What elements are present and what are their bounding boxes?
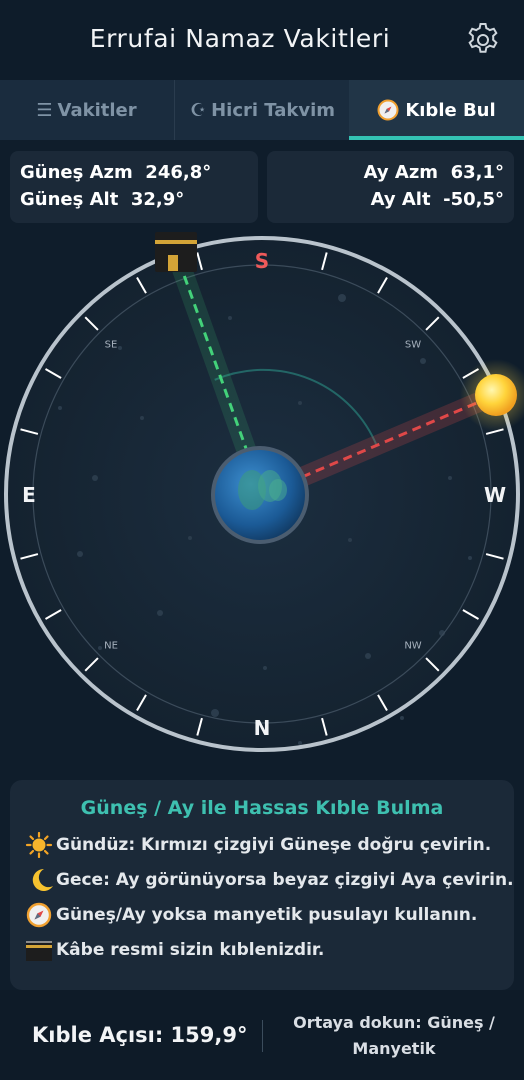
kaaba-icon [155,232,197,272]
moon-azimuth: Ay Azm 63,1° [363,162,504,183]
instruction-night: Gece: Ay görünüyorsa beyaz çizgiyi Aya ç… [24,867,514,893]
instructions-title: Güneş / Ay ile Hassas Kıble Bulma [80,797,444,819]
app-header: Errufai Namaz Vakitleri [0,0,524,80]
instruction-day: Gündüz: Kırmızı çizgiyi Güneşe doğru çev… [24,832,491,858]
compass-nw-label: NW [404,640,422,652]
instruction-night-text: Gece: Ay görünüyorsa beyaz çizgiyi Aya ç… [56,870,514,890]
menu-icon: ☰ [36,99,53,121]
instruction-compass: Güneş/Ay yoksa manyetik pusulayı kullanı… [24,902,477,928]
compass[interactable]: S E W N SE SW NE NW [0,228,524,768]
instruction-compass-text: Güneş/Ay yoksa manyetik pusulayı kullanı… [56,905,478,925]
sun-azimuth: Güneş Azm 246,8° [20,162,212,183]
active-tab-indicator [349,136,524,140]
compass-dial [4,232,524,752]
instruction-day-text: Gündüz: Kırmızı çizgiyi Güneşe doğru çev… [56,835,492,855]
compass-icon [377,99,399,121]
earth-icon[interactable] [211,446,309,544]
moon-info-box: Ay Azm 63,1° Ay Alt -50,5° [267,151,514,223]
tab-kible-bul[interactable]: Kıble Bul [349,80,524,140]
tap-hint-line-1[interactable]: Ortaya dokun: Güneş / [278,1013,510,1032]
tap-hint-line-2[interactable]: Manyetik [278,1039,510,1058]
bottom-bar: Kıble Açısı: 159,9° Ortaya dokun: Güneş … [0,990,524,1080]
tab-vakitler[interactable]: ☰ Vakitler [0,80,173,140]
sun-icon [25,832,53,858]
moon-altitude: Ay Alt -50,5° [370,189,504,210]
crescent-icon: ☪ [189,99,207,121]
compass-east-label: E [22,483,36,507]
tab-hicri-takvim[interactable]: ☪ Hicri Takvim [174,80,350,140]
gear-icon[interactable] [464,21,502,59]
tab-hicri-takvim-label: Hicri Takvim [211,99,336,121]
compass-sw-label: SW [404,339,422,351]
tab-kible-bul-label: Kıble Bul [405,99,496,121]
instruction-kaaba-text: Kâbe resmi sizin kıblenizdir. [56,940,325,960]
instructions-panel: Güneş / Ay ile Hassas Kıble Bulma Gündüz… [10,780,514,990]
moon-icon [32,868,53,891]
compass-ne-label: NE [104,640,118,652]
tab-bar: ☰ Vakitler ☪ Hicri Takvim Kıble Bul [0,80,524,140]
instruction-kaaba: Kâbe resmi sizin kıblenizdir. [24,937,324,963]
compass-west-label: W [483,483,507,507]
compass-se-label: SE [104,339,118,351]
sun-info-box: Güneş Azm 246,8° Güneş Alt 32,9° [10,151,258,223]
app-title: Errufai Namaz Vakitleri [89,24,391,53]
compass-north-label: N [253,716,271,740]
kaaba-icon [26,941,52,961]
bottom-divider [262,1020,263,1052]
tab-vakitler-label: Vakitler [57,99,137,121]
compass-icon [26,902,52,928]
sun-altitude: Güneş Alt 32,9° [20,189,185,210]
compass-south-label: S [254,249,270,273]
qibla-angle: Kıble Açısı: 159,9° [32,1023,248,1047]
